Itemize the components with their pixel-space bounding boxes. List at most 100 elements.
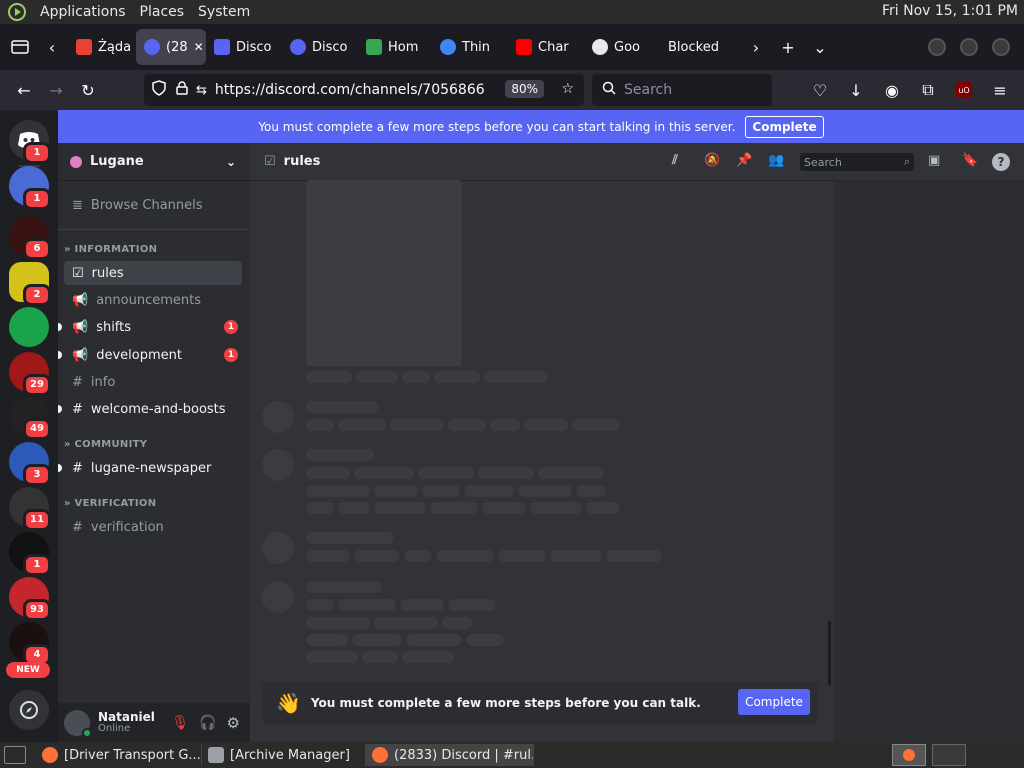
inbox-icon[interactable]: ▣: [928, 153, 940, 168]
distro-logo-icon[interactable]: [8, 3, 26, 21]
guild-icon[interactable]: 29: [9, 352, 51, 396]
channel-announcements[interactable]: 📢 announcements: [64, 288, 242, 312]
guild-icon[interactable]: 2: [9, 262, 51, 306]
back-icon[interactable]: ←: [8, 74, 40, 106]
category-verification[interactable]: » VERIFICATION: [64, 498, 156, 509]
channel-verification[interactable]: # verification: [64, 515, 242, 539]
tab-scroll-right-icon[interactable]: ›: [740, 31, 772, 63]
workspace-switcher[interactable]: [892, 744, 926, 766]
tab-list-chevron-icon[interactable]: ⌄: [804, 31, 836, 63]
discord-home-icon[interactable]: 1: [9, 120, 51, 164]
channel-shifts[interactable]: 📢 shifts 1: [58, 315, 242, 339]
maximize-icon[interactable]: [960, 38, 978, 56]
guild-icon[interactable]: 49: [9, 396, 51, 440]
muted-mic-icon[interactable]: 🎙: [171, 715, 189, 731]
server-header[interactable]: Lugane ⌄: [58, 143, 250, 181]
channel-rules[interactable]: ☑ rules: [64, 261, 242, 285]
new-tab-icon[interactable]: +: [772, 31, 804, 63]
channel-title: rules: [283, 154, 321, 169]
tab-label: Disco: [236, 39, 272, 55]
explore-servers-icon[interactable]: [9, 690, 49, 730]
help-icon[interactable]: ?: [992, 153, 1010, 171]
tab-discord-2[interactable]: Disco: [206, 29, 282, 65]
new-pill[interactable]: NEW: [6, 662, 50, 678]
rules-channel-icon: ☑: [264, 154, 276, 169]
avatar[interactable]: [64, 709, 92, 738]
guild-icon[interactable]: [9, 307, 49, 347]
forward-icon[interactable]: →: [40, 74, 72, 106]
channel-development[interactable]: 📢 development 1: [58, 343, 242, 367]
tab-gmail[interactable]: Żąda: [68, 29, 136, 65]
guild-icon[interactable]: 1: [9, 532, 51, 576]
extensions-icon[interactable]: ⧉: [912, 74, 944, 106]
system-clock[interactable]: Fri Nov 15, 1:01 PM: [882, 3, 1018, 19]
taskbar-item-archive-manager[interactable]: [Archive Manager]: [202, 744, 366, 766]
system-menu[interactable]: System: [198, 4, 250, 20]
banner-complete-button[interactable]: Complete: [745, 115, 824, 138]
member-list-icon[interactable]: 👥: [768, 153, 784, 168]
downloads-icon[interactable]: ↓: [840, 74, 872, 106]
reload-icon[interactable]: ↻: [72, 74, 104, 106]
bookmark-icon[interactable]: 🔖: [962, 153, 978, 168]
applications-menu[interactable]: Applications: [40, 4, 126, 20]
hamburger-menu-icon[interactable]: ≡: [984, 74, 1016, 106]
lock-icon[interactable]: [176, 81, 188, 99]
browse-channels[interactable]: ≣ Browse Channels: [64, 193, 242, 217]
tab-scroll-left-icon[interactable]: ‹: [36, 31, 68, 63]
tab-google[interactable]: Thin: [432, 29, 508, 65]
username[interactable]: Nataniel: [98, 711, 155, 723]
complete-button[interactable]: Complete: [738, 689, 810, 715]
workspace-2[interactable]: [932, 744, 966, 766]
url-bar[interactable]: ⇆ https://discord.com/channels/70568666 …: [144, 74, 584, 106]
shield-icon[interactable]: [152, 80, 168, 100]
ublock-icon[interactable]: uO: [956, 82, 972, 98]
server-name: Lugane: [90, 154, 144, 169]
bookmark-star-icon[interactable]: ☆: [561, 81, 574, 97]
zoom-level[interactable]: 80%: [505, 80, 544, 98]
channel-search-input[interactable]: Search ⌕: [800, 153, 914, 171]
firefox-icon: [42, 747, 58, 763]
tab-youtube[interactable]: Char: [508, 29, 584, 65]
taskbar-item-firefox-1[interactable]: [Driver Transport G...: [36, 744, 202, 766]
firefox-view-icon[interactable]: [4, 31, 36, 63]
channel-lugane-newspaper[interactable]: # lugane-newspaper: [58, 456, 242, 480]
tab-drive[interactable]: Hom: [358, 29, 432, 65]
places-menu[interactable]: Places: [140, 4, 185, 20]
tab-blocked[interactable]: Blocked: [660, 29, 740, 65]
taskbar-item-discord-firefox[interactable]: (2833) Discord | #rul...: [366, 744, 534, 766]
threads-icon[interactable]: ⫽: [672, 153, 678, 168]
skeleton-line: [400, 599, 444, 611]
youtube-icon: [516, 39, 532, 55]
guild-icon[interactable]: 6: [9, 216, 51, 260]
category-community[interactable]: » COMMUNITY: [64, 439, 147, 450]
headphones-icon[interactable]: 🎧: [199, 715, 216, 731]
skeleton-line: [576, 485, 606, 497]
show-desktop-icon[interactable]: [4, 746, 26, 764]
account-icon[interactable]: ◉: [876, 74, 908, 106]
tab-google-2[interactable]: Goo: [584, 29, 660, 65]
minimize-icon[interactable]: [928, 38, 946, 56]
category-information[interactable]: » INFORMATION: [64, 244, 157, 255]
scrollbar-thumb[interactable]: [828, 621, 831, 685]
pin-icon[interactable]: 📌: [736, 153, 752, 168]
notification-bell-muted-icon[interactable]: 🔕: [704, 153, 720, 168]
settings-gear-icon[interactable]: ⚙: [227, 714, 240, 732]
guild-icon[interactable]: 3: [9, 442, 51, 486]
skeleton-line: [482, 502, 526, 514]
guild-badge: 2: [23, 284, 51, 306]
tab-discord-3[interactable]: Disco: [282, 29, 358, 65]
guild-icon[interactable]: 93: [9, 577, 51, 621]
close-window-icon[interactable]: [992, 38, 1010, 56]
pocket-icon[interactable]: ♡: [804, 74, 836, 106]
skeleton-line: [306, 651, 358, 663]
search-input[interactable]: Search: [592, 74, 772, 106]
guild-icon[interactable]: 1: [9, 166, 51, 210]
close-tab-icon[interactable]: ✕: [194, 40, 204, 54]
channel-info[interactable]: # info: [64, 370, 242, 394]
channel-welcome-and-boosts[interactable]: # welcome-and-boosts: [58, 397, 242, 421]
tab-discord-active[interactable]: (28 ✕: [136, 29, 206, 65]
guild-icon[interactable]: 11: [9, 487, 51, 531]
permissions-icon[interactable]: ⇆: [196, 83, 207, 98]
skeleton-line: [374, 617, 438, 629]
guild-icon[interactable]: 4: [9, 622, 51, 666]
